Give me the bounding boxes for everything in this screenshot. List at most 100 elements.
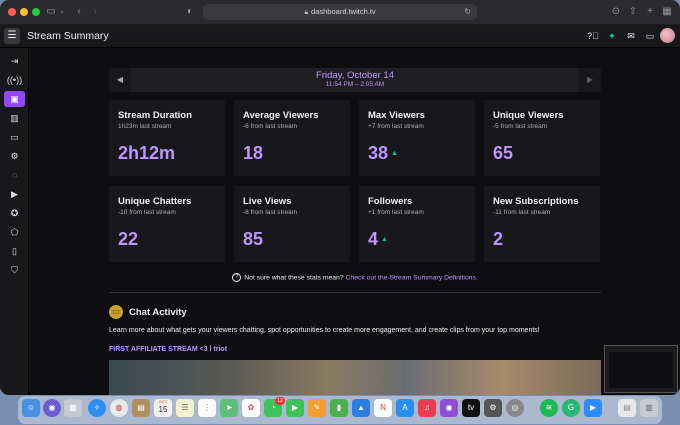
stat-comparison: +1 from last stream [368,209,424,216]
chat-activity-title: Chat Activity [129,307,187,318]
stat-value: 38 ▲ [368,143,398,163]
achievements-icon[interactable]: ✪ [4,205,25,221]
maximize-window-button[interactable] [32,8,40,16]
document-icon[interactable]: ▤ [618,399,636,417]
stat-value: 22 [118,229,139,249]
safari-icon[interactable]: ✧ [88,399,106,417]
window-preview-thumbnail[interactable] [604,345,678,393]
app-store-icon[interactable]: A [396,399,414,417]
stream-summary-definitions-link[interactable]: Check out the Stream Summary Definitions… [346,274,478,281]
calendar-icon[interactable]: OCT 15 [154,399,172,417]
pages-icon[interactable]: ✎ [308,399,326,417]
stat-card-unique-chatters: Unique Chatters -10 from last stream 22 [109,186,225,262]
stat-value: 2 [493,229,504,249]
page-title: Stream Summary [27,30,109,42]
stream-video-thumbnail[interactable] [109,360,601,395]
stat-comparison: -11 from last stream [493,209,551,216]
stat-value: 85 [243,229,264,249]
broadcast-icon[interactable]: ((•)) [4,72,25,88]
video-icon[interactable]: ▶ [4,186,25,202]
stat-title: Average Viewers [243,110,319,121]
chrome-icon[interactable]: ◍ [110,399,128,417]
privacy-shield-icon[interactable]: ◐ [185,4,195,20]
mail-icon[interactable]: ✉ [624,29,638,43]
launchpad-icon[interactable]: ▦ [64,399,82,417]
tab-overview-icon[interactable]: ▦ [661,4,673,20]
calendar-day: 15 [158,405,168,414]
stat-comparison: +7 from last stream [368,123,424,130]
podcasts-icon[interactable]: ◉ [440,399,458,417]
zoom-icon[interactable]: ▶ [584,399,602,417]
date-navigator: ◀ Friday, October 14 11:54 PM – 2:05 AM … [109,68,601,92]
reminders-icon[interactable]: ⋮ [198,399,216,417]
shield-icon[interactable]: ⛉ [4,262,25,278]
stats-help-note: ? Not sure what these stats mean? Check o… [109,273,601,282]
music-icon[interactable]: ♫ [418,399,436,417]
forward-arrow-icon[interactable]: › [90,4,100,20]
gear-icon[interactable]: ⚙ [4,148,25,164]
maps-icon[interactable]: ➤ [220,399,238,417]
stat-card-new-subscriptions: New Subscriptions -11 from last stream 2 [484,186,600,262]
minimize-window-button[interactable] [20,8,28,16]
photos-icon[interactable]: ✿ [242,399,260,417]
news-icon[interactable]: N [374,399,392,417]
stickies-icon[interactable]: ☰ [176,399,194,417]
address-bar[interactable]: 🔒︎ dashboard.twitch.tv ↻ [203,4,477,20]
disk-utility-icon[interactable]: ◎ [506,399,524,417]
preview-content [609,352,673,388]
back-arrow-icon[interactable]: ‹ [74,4,84,20]
stat-value: 2h12m [118,143,176,163]
up-arrow-icon: ▲ [391,150,398,158]
close-window-button[interactable] [8,8,16,16]
stat-comparison: -10 from last stream [118,209,176,216]
chevron-down-icon[interactable]: ⌄ [58,4,66,20]
analytics-icon[interactable]: ▥ [4,110,25,126]
lock-icon: 🔒︎ [304,9,309,16]
trash-icon[interactable]: ▥ [640,399,658,417]
notes-app-icon[interactable]: ▤ [132,399,150,417]
arrow-right-icon[interactable]: ⇥ [4,53,25,69]
help-icon[interactable]: ?⃝ [586,29,600,43]
stat-card-unique-viewers: Unique Viewers -5 from last stream 65 [484,100,600,176]
avatar[interactable] [660,28,675,43]
apple-tv-icon[interactable]: tv [462,399,480,417]
main-content: ◀ Friday, October 14 11:54 PM – 2:05 AM … [29,48,680,395]
stat-value: 18 [243,143,264,163]
whisper-icon[interactable]: ▭ [643,29,657,43]
stream-title-link[interactable]: FIRST AFFILIATE STREAM <3 l triot [109,345,227,354]
share-icon[interactable]: ⇧ [627,4,639,20]
new-tab-icon[interactable]: + [644,4,656,20]
grammarly-icon[interactable]: G [562,399,580,417]
stat-comparison: -6 from last stream [243,123,298,130]
reload-icon[interactable]: ↻ [464,4,471,20]
numbers-icon[interactable]: ▮ [330,399,348,417]
up-arrow-icon: ▲ [381,236,388,244]
chat-icon[interactable]: ◌ [4,167,25,183]
stream-time-range: 11:54 PM – 2:05 AM [325,81,385,88]
spotify-icon[interactable]: ≋ [540,399,558,417]
stat-title: New Subscriptions [493,196,579,207]
book-icon[interactable]: ▯ [4,243,25,259]
stat-comparison: -8 from last stream [243,209,298,216]
sparkle-icon[interactable]: ✦ [605,29,619,43]
extensions-icon[interactable]: ⬠ [4,224,25,240]
keynote-icon[interactable]: ▲ [352,399,370,417]
facetime-icon[interactable]: ▶ [286,399,304,417]
notification-badge: 12 [275,397,285,405]
dock: ☺ ◉ ▦ ✧ ◍ ▤ OCT 15 ☰ ⋮ ➤ ✿ ◔ 12 ▶ ✎ ▮ ▲ N… [18,396,662,424]
content-icon[interactable]: ▭ [4,129,25,145]
sidebar: ⇥ ((•)) ▣ ▥ ▭ ⚙ ◌ ▶ ✪ ⬠ ▯ ⛉ [0,48,29,395]
sidebar-toggle-icon[interactable]: ▭ [45,4,57,20]
stat-card-live-views: Live Views -8 from last stream 85 [234,186,350,262]
stream-date: Friday, October 14 [316,70,394,81]
download-icon[interactable]: ⊙ [610,4,622,20]
divider [109,292,601,293]
stream-summary-icon[interactable]: ▣ [4,91,25,107]
stat-title: Live Views [243,196,292,207]
next-stream-button[interactable]: ▶ [579,68,601,92]
siri-icon[interactable]: ◉ [43,399,61,417]
finder-icon[interactable]: ☺ [22,399,40,417]
stat-value: 4 ▲ [368,229,388,249]
menu-icon[interactable]: ☰ [4,28,20,44]
system-preferences-icon[interactable]: ⚙ [484,399,502,417]
